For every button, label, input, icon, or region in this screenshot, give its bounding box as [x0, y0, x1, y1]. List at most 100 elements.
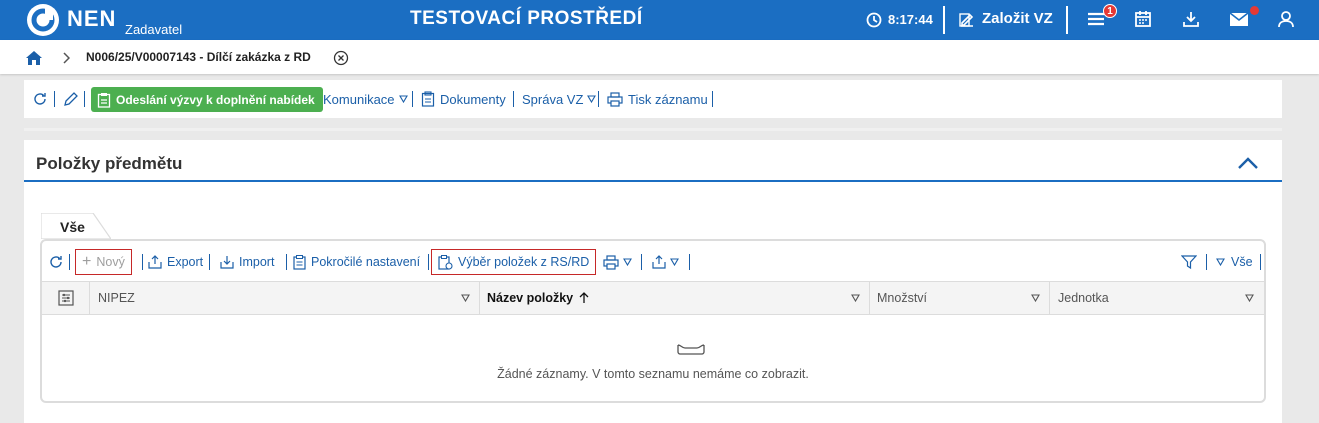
close-icon[interactable] [333, 50, 349, 66]
communication-menu[interactable]: Komunikace [323, 80, 408, 118]
separator [712, 91, 713, 107]
tab-all-label[interactable]: Vše [60, 219, 85, 235]
plus-icon: + [82, 253, 92, 270]
import-icon [220, 256, 234, 269]
documents-button[interactable]: Dokumenty [421, 80, 506, 118]
document-icon [421, 91, 435, 107]
user-icon[interactable] [1277, 10, 1295, 28]
caret-down-icon [587, 95, 597, 103]
print-record-button[interactable]: Tisk záznamu [607, 80, 708, 118]
create-vz-button[interactable]: Založit VZ [982, 10, 1053, 27]
separator [412, 91, 413, 107]
caret-down-icon [1216, 258, 1225, 266]
filter-select[interactable]: Vše [1216, 249, 1253, 275]
separator [142, 254, 143, 270]
refresh-icon[interactable] [48, 249, 64, 275]
clock-icon [866, 12, 882, 28]
panel-accent-line [24, 180, 1282, 182]
separator [84, 91, 85, 107]
separator [54, 91, 55, 107]
header-separator [943, 6, 945, 34]
column-header-name[interactable]: Název položky [487, 282, 589, 314]
column-separator [89, 282, 90, 314]
import-label: Import [239, 255, 275, 269]
new-item-button[interactable]: + Nový [75, 249, 132, 275]
import-button[interactable]: Import [220, 249, 274, 275]
items-panel: Položky předmětu Vše + Nový Export Impor… [24, 140, 1282, 423]
column-header-quantity[interactable]: Množství [877, 282, 927, 314]
advanced-settings-label: Pokročilé nastavení [311, 255, 421, 269]
communication-label: Komunikace [323, 91, 395, 107]
chevron-up-icon[interactable] [1237, 156, 1259, 170]
separator [689, 254, 690, 270]
filter-select-label: Vše [1231, 255, 1253, 269]
printer-icon [607, 91, 623, 107]
select-list-icon [438, 254, 453, 270]
documents-label: Dokumenty [440, 91, 506, 107]
send-invitation-button[interactable]: Odeslání výzvy k doplnění nabídek [91, 87, 323, 112]
column-header-name-label: Název položky [487, 291, 574, 305]
separator [513, 91, 514, 107]
column-settings-icon[interactable] [58, 282, 74, 314]
print-record-label: Tisk záznamu [628, 91, 708, 107]
column-separator [1049, 282, 1050, 314]
management-menu[interactable]: Správa VZ [522, 80, 597, 118]
sort-ascending-icon [579, 292, 589, 303]
select-items-button[interactable]: Výběr položek z RS/RD [431, 249, 597, 275]
logo-subtitle: Zadavatel [125, 22, 183, 37]
notification-badge: 1 [1103, 4, 1117, 18]
export-label: Export [167, 255, 204, 269]
caret-down-icon[interactable] [1245, 294, 1254, 302]
section-divider [24, 128, 1282, 131]
refresh-icon[interactable] [32, 80, 48, 118]
column-separator [869, 282, 870, 314]
calendar-icon[interactable] [1134, 10, 1152, 28]
select-items-label: Výběr položek z RS/RD [458, 255, 590, 269]
export-button[interactable]: Export [148, 249, 203, 275]
logo-text: NEN [67, 6, 117, 31]
advanced-settings-button[interactable]: Pokročilé nastavení [293, 249, 420, 275]
share-icon [652, 255, 666, 269]
separator [641, 254, 642, 270]
caret-down-icon[interactable] [461, 294, 470, 302]
clipboard-icon [293, 254, 306, 270]
separator [1206, 254, 1207, 270]
caret-down-icon[interactable] [851, 294, 860, 302]
printer-icon [603, 254, 619, 270]
filter-icon[interactable] [1181, 249, 1197, 275]
edit-pencil-icon[interactable] [63, 80, 79, 118]
management-label: Správa VZ [522, 91, 584, 107]
caret-down-icon [623, 258, 632, 266]
mail-icon[interactable] [1229, 10, 1249, 28]
header-separator [1066, 6, 1068, 34]
caret-down-icon [398, 95, 408, 103]
separator [1260, 254, 1261, 270]
edit-icon[interactable] [958, 11, 976, 29]
column-header-nipez[interactable]: NIPEZ [98, 282, 135, 314]
environment-title: TESTOVACÍ PROSTŘEDÍ [410, 8, 643, 29]
export-icon [148, 255, 162, 269]
breadcrumb: N006/25/V00007143 - Dílčí zakázka z RD [0, 40, 1319, 74]
empty-message: Žádné záznamy. V tomto seznamu nemáme co… [497, 367, 809, 381]
send-invitation-label: Odeslání výzvy k doplnění nabídek [116, 92, 315, 107]
new-item-label: Nový [96, 255, 125, 269]
empty-tray-icon [677, 343, 705, 355]
table-header: NIPEZ Název položky Množství Jednotka [42, 281, 1264, 315]
column-separator [479, 282, 480, 314]
items-table: + Nový Export Import Pokročilé nastavení… [40, 239, 1266, 403]
column-header-unit[interactable]: Jednotka [1058, 282, 1109, 314]
separator [209, 254, 210, 270]
clipboard-icon [97, 92, 111, 108]
separator [428, 254, 429, 270]
share-menu[interactable] [652, 249, 679, 275]
separator [598, 91, 599, 107]
separator [286, 254, 287, 270]
print-menu[interactable] [603, 249, 632, 275]
mail-unread-dot [1250, 6, 1259, 15]
action-bar: Odeslání výzvy k doplnění nabídek Komuni… [24, 80, 1282, 118]
session-timer: 8:17:44 [888, 12, 933, 27]
home-icon[interactable] [25, 50, 43, 66]
caret-down-icon[interactable] [1031, 294, 1040, 302]
nen-logo-icon[interactable] [27, 4, 59, 36]
download-icon[interactable] [1182, 10, 1200, 28]
